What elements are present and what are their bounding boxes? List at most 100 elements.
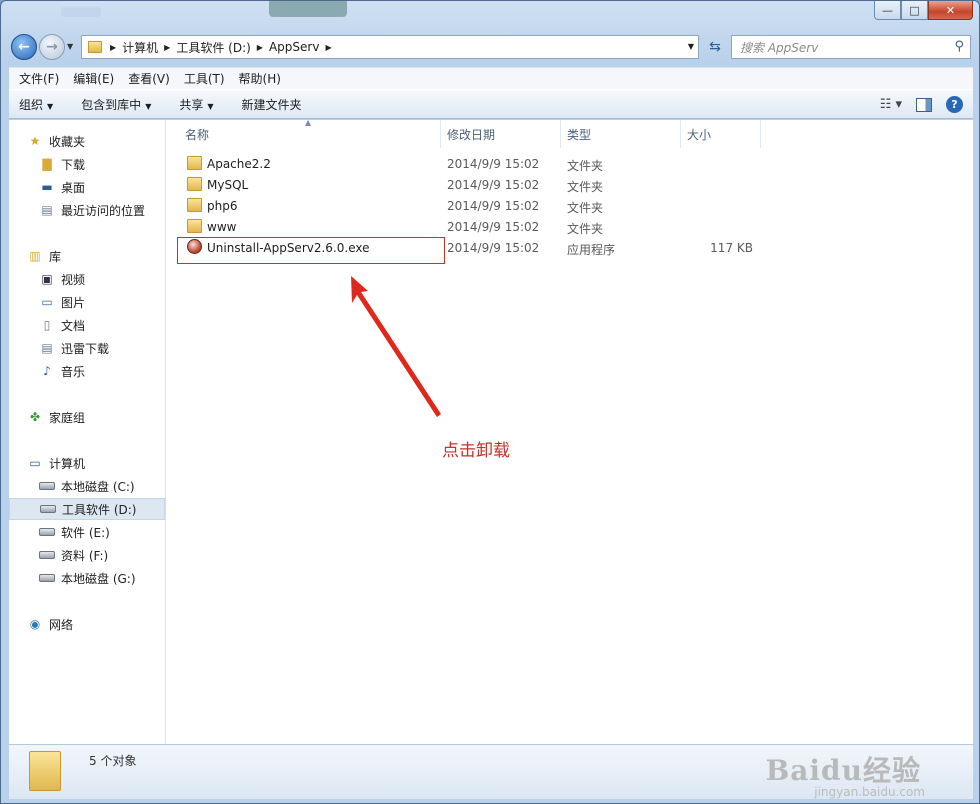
nav-drive-e[interactable]: 软件 (E:) <box>9 521 165 543</box>
refresh-icon: ⇆ <box>709 39 721 55</box>
address-dropdown-icon[interactable]: ▼ <box>688 42 694 51</box>
nav-documents-label: 文档 <box>61 318 86 333</box>
share-label: 共享 <box>179 97 204 112</box>
nav-thunder[interactable]: ▤ 迅雷下载 <box>9 337 165 359</box>
title-blur <box>269 1 347 17</box>
breadcrumb-separator-icon[interactable]: ▶ <box>325 43 331 52</box>
nav-homegroup[interactable]: ✤ 家庭组 <box>9 406 165 428</box>
drive-shape <box>39 482 55 490</box>
breadcrumb-separator-icon[interactable]: ▶ <box>164 43 170 52</box>
network-icon: ◉ <box>29 617 41 631</box>
nav-downloads[interactable]: ▇ 下载 <box>9 153 165 175</box>
nav-drive-c-label: 本地磁盘 (C:) <box>61 479 135 494</box>
new-folder-button[interactable]: 新建文件夹 <box>242 96 302 113</box>
file-type: 文件夹 <box>567 180 604 194</box>
maximize-button[interactable]: □ <box>901 1 928 20</box>
homegroup-icon: ✤ <box>29 410 41 424</box>
video-icon: ▣ <box>41 272 53 286</box>
nav-drive-d[interactable]: 工具软件 (D:) <box>9 498 165 520</box>
status-bar: 5 个对象 Baidu经验 jingyan.baidu.com <box>9 744 973 799</box>
recent-places-icon: ▤ <box>41 203 53 217</box>
refresh-button[interactable]: ⇆ <box>703 35 727 59</box>
command-bar: 组织 ▼ 包含到库中 ▼ 共享 ▼ 新建文件夹 ☷ ▾ ? <box>9 89 973 119</box>
file-type: 文件夹 <box>567 159 604 173</box>
nav-drive-c[interactable]: 本地磁盘 (C:) <box>9 475 165 497</box>
nav-network-label: 网络 <box>49 617 74 632</box>
nav-music[interactable]: ♪ 音乐 <box>9 360 165 382</box>
menu-help[interactable]: 帮助(H) <box>233 70 289 87</box>
drive-shape <box>39 574 55 582</box>
nav-network[interactable]: ◉ 网络 <box>9 613 165 635</box>
close-button[interactable]: ✕ <box>928 1 973 20</box>
search-icon[interactable]: ⚲ <box>954 39 964 54</box>
chevron-down-icon: ▼ <box>207 101 214 111</box>
navigation-row: ← → ▼ ▶ 计算机 ▶ 工具软件 (D:) ▶ AppServ ▶ ▼ ⇆ … <box>9 33 973 61</box>
breadcrumb-drive-d[interactable]: 工具软件 (D:) <box>176 39 250 56</box>
forward-button[interactable]: → <box>39 34 65 60</box>
nav-favorites-label: 收藏夹 <box>49 134 86 149</box>
nav-videos[interactable]: ▣ 视频 <box>9 268 165 290</box>
watermark-url: jingyan.baidu.com <box>814 785 925 799</box>
drive-shape <box>39 528 55 536</box>
folder-icon <box>88 41 102 53</box>
downloads-folder-icon: ▇ <box>42 157 52 171</box>
include-in-library-button[interactable]: 包含到库中 ▼ <box>81 96 151 113</box>
breadcrumb-separator-icon[interactable]: ▶ <box>257 43 263 52</box>
nav-documents[interactable]: ▯ 文档 <box>9 314 165 336</box>
organize-button[interactable]: 组织 ▼ <box>19 96 53 113</box>
drive-icon <box>40 501 56 517</box>
nav-drive-g[interactable]: 本地磁盘 (G:) <box>9 567 165 589</box>
breadcrumb-separator-icon[interactable]: ▶ <box>110 43 116 52</box>
nav-homegroup-label: 家庭组 <box>49 410 86 425</box>
column-header-type[interactable]: 类型 <box>561 120 681 148</box>
menu-edit[interactable]: 编辑(E) <box>67 70 122 87</box>
column-size-label: 大小 <box>687 127 712 142</box>
share-button[interactable]: 共享 ▼ <box>179 96 213 113</box>
recent-pages-dropdown[interactable]: ▼ <box>67 42 73 51</box>
nav-videos-label: 视频 <box>61 272 86 287</box>
include-in-library-label: 包含到库中 <box>81 97 142 112</box>
preview-pane-icon[interactable] <box>916 97 932 112</box>
nav-desktop[interactable]: ▬ 桌面 <box>9 176 165 198</box>
drive-icon <box>39 570 55 586</box>
back-button[interactable]: ← <box>11 34 37 60</box>
file-list-pane: ▲ 名称 修改日期 类型 大小 Apache2.2 2014/9/9 15:02… <box>167 118 973 744</box>
view-options-icon[interactable]: ☷ ▾ <box>880 97 902 112</box>
annotation-text: 点击卸载 <box>442 441 510 461</box>
column-header-size[interactable]: 大小 <box>681 120 761 148</box>
thunder-downloads-icon: ▤ <box>41 341 53 355</box>
minimize-button[interactable]: — <box>874 1 901 20</box>
watermark-logo: Baidu经验 <box>765 754 921 787</box>
nav-pictures-label: 图片 <box>61 295 86 310</box>
nav-libraries-label: 库 <box>49 249 62 264</box>
search-placeholder: 搜索 AppServ <box>740 40 819 55</box>
nav-drive-d-label: 工具软件 (D:) <box>62 502 137 517</box>
drive-icon <box>39 524 55 540</box>
nav-drive-e-label: 软件 (E:) <box>61 525 110 540</box>
documents-icon: ▯ <box>43 318 51 332</box>
breadcrumb-computer[interactable]: 计算机 <box>122 39 158 56</box>
menu-tools[interactable]: 工具(T) <box>178 70 233 87</box>
column-type-label: 类型 <box>567 127 592 142</box>
nav-computer-label: 计算机 <box>49 456 86 471</box>
menu-view[interactable]: 查看(V) <box>122 70 178 87</box>
menu-file[interactable]: 文件(F) <box>13 70 67 87</box>
nav-pictures[interactable]: ▭ 图片 <box>9 291 165 313</box>
breadcrumb-appserv[interactable]: AppServ <box>269 40 319 54</box>
nav-drive-f[interactable]: 资料 (F:) <box>9 544 165 566</box>
help-icon[interactable]: ? <box>946 96 963 113</box>
nav-favorites[interactable]: ★ 收藏夹 <box>9 130 165 152</box>
navigation-pane: ★ 收藏夹 ▇ 下载 ▬ 桌面 ▤ 最近访问的位置 ▥ 库 ▣ 视频 ▭ 图片 ▯ 文档 ▤ 迅雷… <box>9 120 166 744</box>
nav-computer[interactable]: ▭ 计算机 <box>9 452 165 474</box>
search-input[interactable]: 搜索 AppServ ⚲ <box>731 35 971 59</box>
pictures-icon: ▭ <box>41 295 53 309</box>
drive-shape <box>39 551 55 559</box>
nav-desktop-label: 桌面 <box>61 180 86 195</box>
address-bar[interactable]: ▶ 计算机 ▶ 工具软件 (D:) ▶ AppServ ▶ ▼ <box>81 35 699 59</box>
nav-recent-label: 最近访问的位置 <box>61 203 146 218</box>
nav-recent[interactable]: ▤ 最近访问的位置 <box>9 199 165 221</box>
arrow-right-icon: → <box>46 39 58 55</box>
nav-downloads-label: 下载 <box>61 157 86 172</box>
music-icon: ♪ <box>43 364 51 378</box>
nav-libraries[interactable]: ▥ 库 <box>9 245 165 267</box>
